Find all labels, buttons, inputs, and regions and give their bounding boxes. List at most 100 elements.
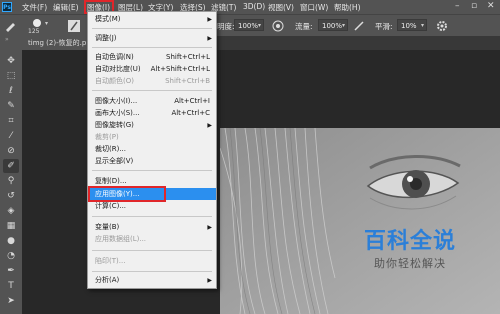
smoothing-settings-gear-icon[interactable] — [436, 20, 448, 32]
healing-icon[interactable]: ⊘ — [3, 144, 19, 158]
airbrush-icon[interactable] — [353, 20, 365, 32]
pressure-opacity-icon[interactable] — [272, 20, 284, 32]
gradient-icon[interactable]: ▦ — [3, 219, 19, 233]
flow-dropdown-icon[interactable]: ▾ — [342, 20, 345, 32]
stamp-icon[interactable]: ⚲ — [3, 174, 19, 188]
quick-select-icon[interactable]: ✎ — [3, 99, 19, 113]
tools-panel: » ✥ ⬚ ℓ ✎ ⌗ ⁄ ⊘ ✐ ⚲ ↺ ◈ ▦ ● ◔ ✒ T ➤ — [0, 36, 23, 314]
opacity-input[interactable]: 100% ▾ — [234, 19, 264, 31]
opacity-label: 明度: — [217, 22, 235, 31]
photoshop-logo: Ps — [2, 2, 12, 12]
type-icon[interactable]: T — [3, 279, 19, 293]
menu-separator — [92, 271, 212, 272]
menu-item-shortcut: Alt+Ctrl+I — [174, 97, 210, 105]
pen-icon[interactable]: ✒ — [3, 264, 19, 278]
flow-value: 100% — [322, 22, 343, 30]
flow-label: 流量: — [295, 22, 313, 31]
menu-item-crop: 裁剪(P) — [88, 132, 216, 143]
smoothing-input[interactable]: 10% ▾ — [397, 19, 427, 31]
smoothing-label: 平滑: — [375, 22, 393, 31]
menu-item-reveal-all[interactable]: 显示全部(V) — [88, 156, 216, 167]
menu-separator — [92, 28, 212, 29]
submenu-arrow-icon: ▶ — [207, 16, 212, 23]
lasso-icon[interactable]: ℓ — [3, 84, 19, 98]
menu-item-label: 自动颜色(O) — [95, 77, 134, 85]
menu-item-apply-data-set: 应用数据组(L)... — [88, 234, 216, 245]
brush-icon[interactable]: ✐ — [3, 159, 19, 173]
menu-item-canvas-size[interactable]: 画布大小(S)... Alt+Ctrl+C — [88, 108, 216, 119]
menu-item-label: 陷印(T)... — [95, 257, 126, 265]
move-icon[interactable]: ✥ — [3, 54, 19, 68]
menu-item-label: 画布大小(S)... — [95, 109, 140, 117]
menu-3d[interactable]: 3D(D) — [243, 2, 265, 11]
menu-help[interactable]: 帮助(H) — [334, 2, 361, 13]
menu-item-label: 调整(J) — [95, 34, 117, 42]
smoothing-dropdown-icon[interactable]: ▾ — [421, 20, 424, 32]
options-bar: 125 ▾ 明度: 100% ▾ 流量: 100% ▾ 平滑: 10% ▾ — [0, 14, 500, 37]
crop-icon[interactable]: ⌗ — [3, 114, 19, 128]
brush-preset-dropdown-icon[interactable]: ▾ — [45, 20, 48, 27]
menu-item-mode[interactable]: 模式(M) ▶ — [88, 14, 216, 25]
opacity-value: 100% — [238, 22, 259, 30]
dodge-icon[interactable]: ◔ — [3, 249, 19, 263]
menu-item-analysis[interactable]: 分析(A) ▶ — [88, 275, 216, 286]
menu-item-trap: 陷印(T)... — [88, 256, 216, 267]
menu-view[interactable]: 视图(V) — [268, 2, 294, 13]
opacity-dropdown-icon[interactable]: ▾ — [258, 20, 261, 32]
brush-settings-icon[interactable] — [68, 20, 80, 32]
menu-item-variables[interactable]: 变量(B) ▶ — [88, 222, 216, 233]
path-select-icon[interactable]: ➤ — [3, 294, 19, 308]
smoothing-value: 10% — [401, 22, 417, 30]
history-brush-icon[interactable]: ↺ — [3, 189, 19, 203]
menu-item-label: 自动色调(N) — [95, 53, 134, 61]
menu-edit[interactable]: 编辑(E) — [53, 2, 79, 13]
close-icon[interactable]: ✕ — [487, 1, 495, 11]
submenu-arrow-icon: ▶ — [207, 277, 212, 284]
maximize-icon[interactable]: ▫ — [471, 1, 477, 11]
menu-item-label: 模式(M) — [95, 15, 121, 23]
menu-item-label: 显示全部(V) — [95, 157, 134, 165]
menu-item-auto-color: 自动颜色(O) Shift+Ctrl+B — [88, 76, 216, 87]
menu-item-image-size[interactable]: 图像大小(I)... Alt+Ctrl+I — [88, 96, 216, 107]
brush-preset-icon[interactable] — [30, 18, 44, 28]
eyedropper-icon[interactable]: ⁄ — [3, 129, 19, 143]
menu-item-shortcut: Alt+Shift+Ctrl+L — [150, 65, 210, 73]
menu-separator — [92, 216, 212, 217]
menu-item-label: 裁剪(P) — [95, 133, 119, 141]
brush-tool-icon[interactable] — [4, 20, 16, 32]
menu-separator — [92, 250, 212, 251]
menu-item-calculations[interactable]: 计算(C)... — [88, 201, 216, 212]
image-menu-dropdown: 模式(M) ▶ 调整(J) ▶ 自动色调(N) Shift+Ctrl+L 自动对… — [87, 11, 217, 289]
menu-item-label: 分析(A) — [95, 276, 120, 284]
menu-item-shortcut: Shift+Ctrl+B — [165, 77, 210, 85]
apply-image-highlight-box — [88, 186, 166, 202]
menu-item-label: 应用数据组(L)... — [95, 235, 147, 243]
menu-item-auto-tone[interactable]: 自动色调(N) Shift+Ctrl+L — [88, 52, 216, 63]
menu-item-adjustments[interactable]: 调整(J) ▶ — [88, 33, 216, 44]
marquee-icon[interactable]: ⬚ — [3, 69, 19, 83]
minimize-icon[interactable]: – — [455, 1, 460, 11]
menu-item-trim[interactable]: 裁切(R)... — [88, 144, 216, 155]
menu-item-label: 图像大小(I)... — [95, 97, 138, 105]
menu-item-shortcut: Alt+Ctrl+C — [171, 109, 210, 117]
menu-item-label: 自动对比度(U) — [95, 65, 141, 73]
eraser-icon[interactable]: ◈ — [3, 204, 19, 218]
watermark-subtitle: 助你轻松解决 — [374, 257, 446, 270]
submenu-arrow-icon: ▶ — [207, 35, 212, 42]
panel-collapse-icon[interactable]: » — [5, 36, 9, 43]
menu-separator — [92, 170, 212, 171]
menu-item-auto-contrast[interactable]: 自动对比度(U) Alt+Shift+Ctrl+L — [88, 64, 216, 75]
menu-separator — [92, 47, 212, 48]
menu-file[interactable]: 文件(F) — [22, 2, 47, 13]
brush-size-value: 125 — [28, 28, 40, 35]
menu-item-image-rotation[interactable]: 图像旋转(G) ▶ — [88, 120, 216, 131]
watermark-title: 百科全说 — [363, 229, 456, 254]
menu-bar: Ps 文件(F) 编辑(E) 图像(I) 图层(L) 文字(Y) 选择(S) 滤… — [0, 0, 500, 14]
flow-input[interactable]: 100% ▾ — [318, 19, 348, 31]
submenu-arrow-icon: ▶ — [207, 224, 212, 231]
menu-window[interactable]: 窗口(W) — [300, 2, 328, 13]
menu-item-label: 计算(C)... — [95, 202, 127, 210]
menu-item-label: 裁切(R)... — [95, 145, 127, 153]
baike-watermark: 百科全说 助你轻松解决 — [350, 228, 470, 288]
blur-icon[interactable]: ● — [3, 234, 19, 248]
